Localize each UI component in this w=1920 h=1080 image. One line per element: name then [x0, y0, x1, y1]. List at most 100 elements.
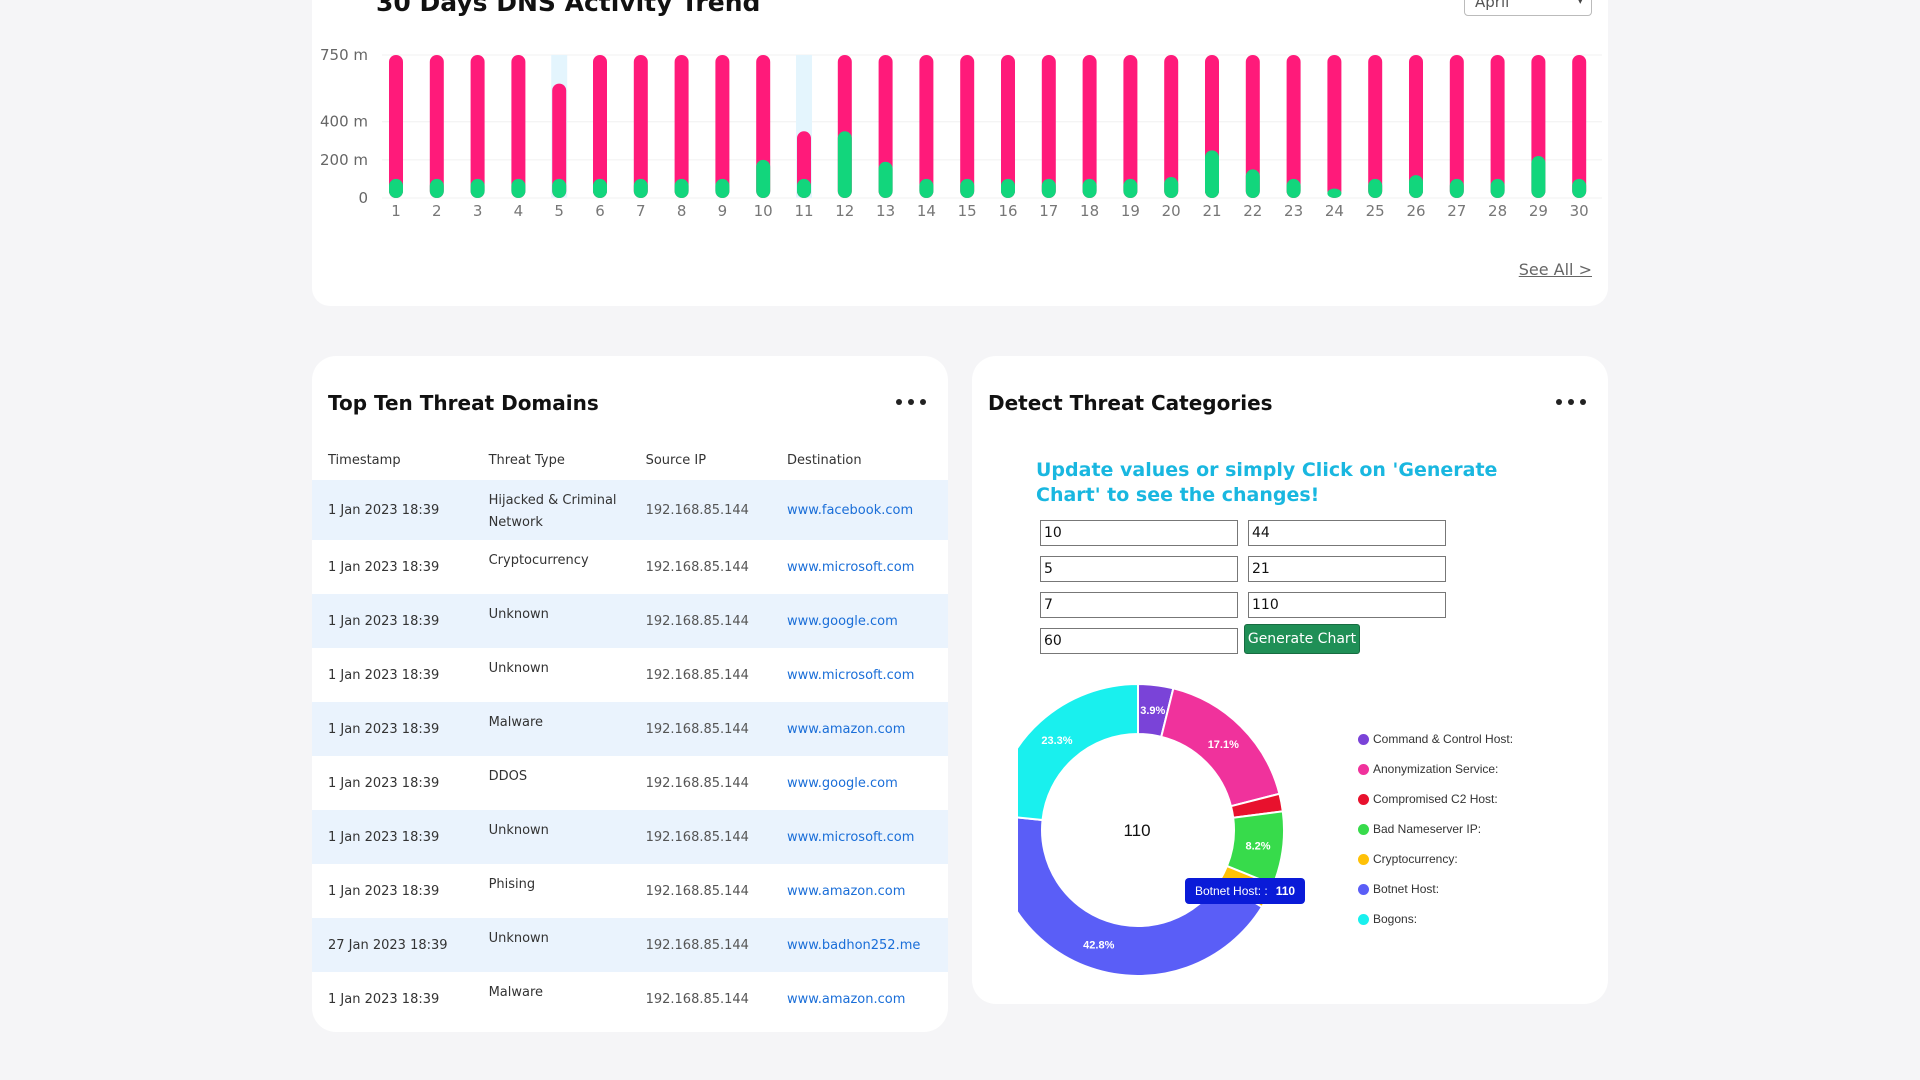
bar-segment[interactable] — [1409, 175, 1423, 198]
legend-item[interactable]: Command & Control Host: — [1358, 724, 1513, 754]
bar-segment[interactable] — [1082, 178, 1097, 198]
slice-percent-label: 23.3% — [1041, 735, 1072, 747]
bar-segment[interactable] — [1205, 150, 1219, 198]
table-row: 1 Jan 2023 18:39 Hijacked & Criminal Netw… — [312, 480, 948, 540]
bar-total[interactable] — [1327, 55, 1342, 198]
col-header-threat-type[interactable]: Threat Type — [473, 440, 630, 480]
x-tick-label: 30 — [1570, 202, 1589, 220]
legend-item[interactable]: Anonymization Service: — [1358, 754, 1513, 784]
destination-link[interactable]: www.amazon.com — [787, 992, 905, 1007]
cell-threat-type: Unknown — [472, 810, 630, 864]
legend-item[interactable]: Cryptocurrency: — [1358, 844, 1513, 874]
bar-segment[interactable] — [389, 178, 403, 198]
bar-segment[interactable] — [1245, 169, 1260, 198]
bar-segment[interactable] — [633, 178, 648, 198]
legend-item[interactable]: Compromised C2 Host: — [1358, 784, 1513, 814]
bar-total[interactable] — [470, 55, 485, 198]
bar-segment[interactable] — [511, 178, 526, 198]
bar-total[interactable] — [1490, 55, 1505, 198]
destination-link[interactable]: www.badhon252.me — [787, 938, 920, 953]
bar-segment[interactable] — [593, 178, 607, 198]
cell-timestamp: 1 Jan 2023 18:39 — [328, 883, 440, 899]
destination-link[interactable]: www.microsoft.com — [787, 560, 914, 575]
more-horizontal-icon[interactable] — [896, 394, 926, 410]
bar-segment[interactable] — [797, 178, 811, 198]
destination-link[interactable]: www.google.com — [787, 614, 898, 629]
destination-link[interactable]: www.facebook.com — [787, 503, 913, 518]
bar-segment[interactable] — [919, 178, 934, 198]
bar-total[interactable] — [1572, 55, 1587, 198]
generate-chart-button[interactable]: Generate Chart — [1244, 624, 1360, 654]
legend-item[interactable]: Botnet Host: — [1358, 874, 1513, 904]
value-input-6[interactable] — [1248, 592, 1446, 618]
value-input-4[interactable] — [1248, 556, 1446, 582]
bar-total[interactable] — [593, 55, 607, 198]
bar-segment[interactable] — [470, 178, 485, 198]
bar-segment[interactable] — [429, 178, 444, 198]
legend-item[interactable]: Bogons: — [1358, 904, 1513, 934]
donut-slice[interactable] — [1018, 682, 1139, 822]
bar-segment[interactable] — [1041, 178, 1056, 198]
bar-segment[interactable] — [1286, 178, 1301, 198]
bar-segment[interactable] — [878, 161, 893, 198]
destination-link[interactable]: www.microsoft.com — [787, 830, 914, 845]
bar-segment[interactable] — [960, 178, 975, 198]
value-input-1[interactable] — [1040, 520, 1238, 546]
bar-segment[interactable] — [1449, 178, 1464, 198]
destination-link[interactable]: www.amazon.com — [787, 884, 905, 899]
bar-segment[interactable] — [1490, 178, 1505, 198]
more-horizontal-icon[interactable] — [1556, 394, 1586, 410]
destination-link[interactable]: www.google.com — [787, 776, 898, 791]
bar-total[interactable] — [511, 55, 526, 198]
destination-link[interactable]: www.amazon.com — [787, 722, 905, 737]
col-header-timestamp[interactable]: Timestamp — [312, 440, 473, 480]
donut-center-label: 110 — [1123, 821, 1151, 840]
see-all-link[interactable]: See All > — [1519, 260, 1592, 279]
bar-segment[interactable] — [1164, 177, 1179, 198]
bar-total[interactable] — [919, 55, 934, 198]
bar-total[interactable] — [1041, 55, 1056, 198]
bar-total[interactable] — [1286, 55, 1301, 198]
bar-total[interactable] — [715, 55, 730, 198]
bar-total[interactable] — [389, 55, 403, 198]
col-header-source-ip[interactable]: Source IP — [630, 440, 771, 480]
bar-segment[interactable] — [1572, 178, 1587, 198]
bar-total[interactable] — [960, 55, 975, 198]
value-input-2[interactable] — [1248, 520, 1446, 546]
bar-total[interactable] — [1001, 55, 1015, 198]
cell-source-ip: 192.168.85.144 — [629, 702, 772, 756]
bar-segment[interactable] — [756, 159, 771, 198]
bar-total[interactable] — [1368, 55, 1383, 198]
bar-total[interactable] — [1164, 55, 1179, 198]
bar-segment[interactable] — [1531, 156, 1546, 198]
bar-total[interactable] — [633, 55, 648, 198]
bar-segment[interactable] — [1123, 178, 1138, 198]
bar-total[interactable] — [1123, 55, 1138, 198]
bar-segment[interactable] — [715, 178, 730, 198]
bar-segment[interactable] — [1001, 178, 1015, 198]
bar-total[interactable] — [429, 55, 444, 198]
x-tick-label: 7 — [636, 202, 646, 220]
cell-destination: www.microsoft.com — [771, 540, 948, 594]
bar-segment[interactable] — [837, 131, 852, 198]
slice-percent-label: 17.1% — [1208, 739, 1239, 751]
bar-segment[interactable] — [1368, 178, 1383, 198]
bar-total[interactable] — [1082, 55, 1097, 198]
legend-item[interactable]: Bad Nameserver IP: — [1358, 814, 1513, 844]
value-input-3[interactable] — [1040, 556, 1238, 582]
bar-total[interactable] — [1449, 55, 1464, 198]
bar-segment[interactable] — [674, 178, 689, 198]
legend-dot — [1358, 793, 1369, 805]
value-input-5[interactable] — [1040, 592, 1238, 618]
legend-label: Compromised C2 Host: — [1373, 792, 1498, 806]
col-header-destination[interactable]: Destination — [771, 440, 948, 480]
tooltip-value: 110 — [1275, 884, 1296, 898]
x-tick-label: 14 — [917, 202, 936, 220]
bar-segment[interactable] — [552, 178, 567, 198]
bar-total[interactable] — [674, 55, 689, 198]
destination-link[interactable]: www.microsoft.com — [787, 668, 914, 683]
bar-segment[interactable] — [1327, 188, 1342, 198]
x-tick-label: 17 — [1039, 202, 1058, 220]
cell-source-ip: 192.168.85.144 — [629, 918, 772, 972]
value-input-7[interactable] — [1040, 628, 1238, 654]
